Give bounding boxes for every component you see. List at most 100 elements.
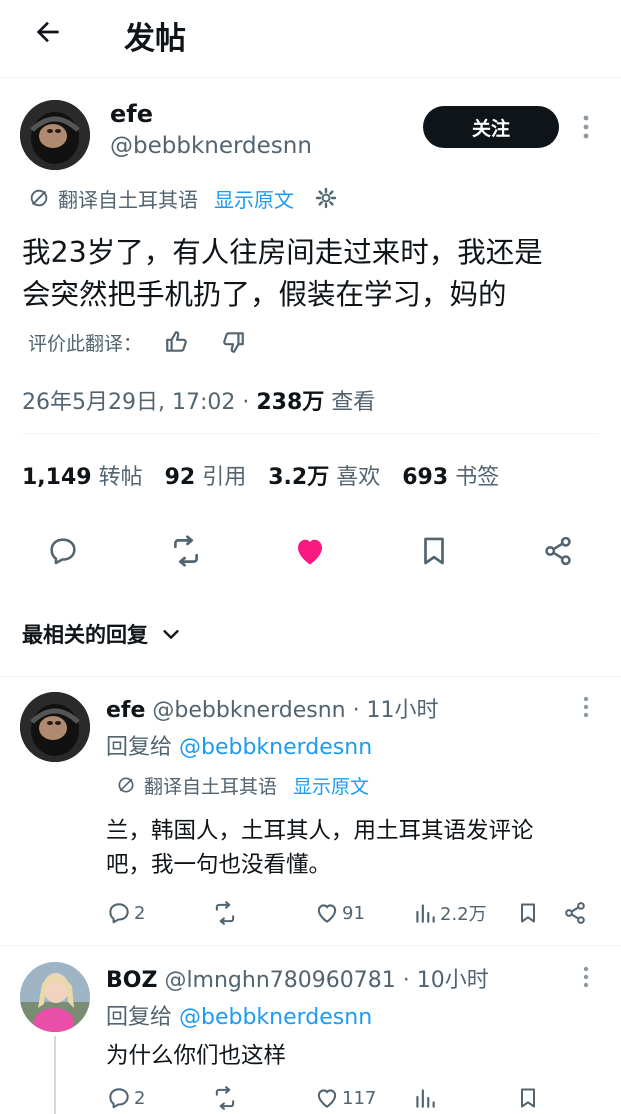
reply-like-count: 91 (342, 902, 365, 924)
rate-translation-label: 评价此翻译： (28, 332, 143, 355)
more-options-button[interactable] (574, 112, 598, 142)
reply-text-line-1: 兰，韩国人，土耳其人，用土耳其语发评论 (106, 818, 534, 844)
reply-to-handle[interactable]: @bebbknerdesnn (179, 1005, 372, 1030)
repost-icon (174, 535, 198, 567)
show-original-link[interactable]: 显示原文 (214, 184, 294, 213)
reply-bookmark-button[interactable] (516, 1085, 540, 1111)
reply-views-button[interactable] (412, 1085, 438, 1111)
heart-filled-icon (298, 539, 322, 565)
reply-header: BOZ @lmnghn780960781 · 10小时 (106, 962, 489, 994)
author-name[interactable]: efe (110, 100, 153, 128)
comment-icon (50, 538, 76, 565)
translated-from-label: 翻译自土耳其语 (58, 187, 198, 212)
more-vertical-icon (583, 696, 589, 718)
reply-to-line: 回复给 @bebbknerdesnn (106, 729, 372, 761)
back-button[interactable] (26, 12, 70, 52)
stat-reposts[interactable]: 1,149 转帖 (22, 459, 143, 491)
reply-more-button[interactable] (576, 963, 596, 991)
reply-comment-count: 2 (134, 902, 146, 924)
reply-repost-button[interactable] (212, 1085, 238, 1111)
reply-author-handle[interactable]: @bebbknerdesnn (152, 698, 345, 723)
thumbs-down-icon[interactable] (220, 329, 246, 355)
follow-button[interactable]: 关注 (423, 106, 559, 148)
heart-icon (317, 904, 337, 923)
back-arrow-icon (36, 21, 59, 43)
reply-text-line-1: 为什么你们也这样 (106, 1043, 287, 1069)
reply-like-button[interactable]: 117 (314, 1085, 376, 1111)
post-datetime[interactable]: 26年5月29日, 17:02 · (22, 390, 256, 415)
stat-quotes[interactable]: 92 引用 (165, 459, 247, 491)
reply-like-count: 117 (342, 1087, 377, 1109)
translate-icon (30, 189, 48, 207)
replies-sort-dropdown[interactable]: 最相关的回复 (22, 619, 182, 649)
reply-text-line-2: 吧，我一句也没看懂。 (106, 852, 332, 878)
reply-to-prefix: 回复给 (106, 735, 179, 760)
reply-author-name[interactable]: BOZ (106, 968, 157, 993)
reply-button[interactable] (43, 531, 83, 571)
header-divider (0, 77, 621, 78)
reply-author-handle[interactable]: @lmnghn780960781 (164, 968, 395, 993)
stat-bookmarks[interactable]: 693 书签 (402, 459, 499, 491)
share-icon (565, 902, 585, 924)
rate-translation-bar: 评价此翻译： (28, 327, 246, 357)
reply-comment-button[interactable]: 2 (106, 1085, 145, 1111)
reply-repost-button[interactable] (212, 900, 238, 926)
reply-bookmark-button[interactable] (516, 900, 540, 926)
post-text-line-2: 会突然把手机扔了，假装在学习，妈的 (22, 278, 507, 311)
reply-to-prefix: 回复给 (106, 1005, 179, 1030)
translation-bar: 翻译自土耳其语 显示原文 (28, 183, 338, 213)
reply-views-count: 2.2万 (440, 904, 487, 925)
reply-comment-count: 2 (134, 1087, 146, 1109)
reply-time: · 11小时 (345, 698, 439, 723)
divider-1 (22, 433, 599, 434)
reply-translation-bar: 翻译自土耳其语 显示原文 (116, 771, 369, 799)
bookmark-icon (521, 903, 535, 923)
repost-icon (215, 1086, 235, 1110)
thumbs-up-icon[interactable] (164, 329, 190, 355)
thread-connector-line (54, 1036, 56, 1114)
author-handle[interactable]: @bebbknerdesnn (110, 133, 312, 159)
reply-author-name[interactable]: efe (106, 698, 145, 723)
reply-to-line: 回复给 @bebbknerdesnn (106, 999, 372, 1031)
post-stats: 1,149 转帖 92 引用 3.2万 喜欢 693 书签 (22, 459, 499, 491)
reply-views-button[interactable]: 2.2万 (412, 900, 487, 926)
share-icon (545, 536, 571, 566)
views-label: 查看 (324, 390, 376, 415)
share-button[interactable] (538, 531, 578, 571)
repost-button[interactable] (166, 531, 206, 571)
repost-icon (215, 901, 235, 925)
reply-comment-button[interactable]: 2 (106, 900, 145, 926)
heart-icon (317, 1089, 337, 1108)
gear-icon[interactable] (314, 186, 338, 210)
views-chart-icon (416, 904, 435, 923)
reply-time: · 10小时 (395, 968, 489, 993)
views-count: 238万 (256, 390, 325, 415)
reply-translated-from: 翻译自土耳其语 (144, 775, 278, 798)
comment-icon (109, 903, 129, 924)
page-title: 发帖 (124, 21, 186, 57)
reply-more-button[interactable] (576, 693, 596, 721)
chevron-down-icon (163, 630, 179, 639)
post-meta: 26年5月29日, 17:02 · 238万 查看 (22, 384, 375, 416)
replies-sort-label: 最相关的回复 (22, 623, 148, 647)
bookmark-icon (521, 1088, 535, 1108)
views-chart-icon (416, 1089, 435, 1108)
reply-to-handle[interactable]: @bebbknerdesnn (179, 735, 372, 760)
reply-like-button[interactable]: 91 (314, 900, 365, 926)
reply-avatar[interactable] (20, 962, 90, 1032)
reply-header: efe @bebbknerdesnn · 11小时 (106, 692, 439, 724)
reply-avatar[interactable] (20, 692, 90, 762)
bookmark-button[interactable] (414, 531, 454, 571)
post-text-line-1: 我23岁了，有人往房间走过来时，我还是 (22, 236, 543, 269)
bookmark-icon (424, 537, 444, 565)
more-vertical-icon (583, 115, 589, 139)
divider-3 (0, 945, 621, 946)
reply-share-button[interactable] (562, 900, 588, 926)
divider-2 (0, 676, 621, 677)
reply-show-original-link[interactable]: 显示原文 (293, 772, 369, 799)
like-button[interactable] (290, 531, 330, 571)
avatar[interactable] (20, 100, 90, 170)
translate-icon (118, 777, 134, 793)
comment-icon (109, 1088, 129, 1109)
stat-likes[interactable]: 3.2万 喜欢 (268, 459, 380, 491)
